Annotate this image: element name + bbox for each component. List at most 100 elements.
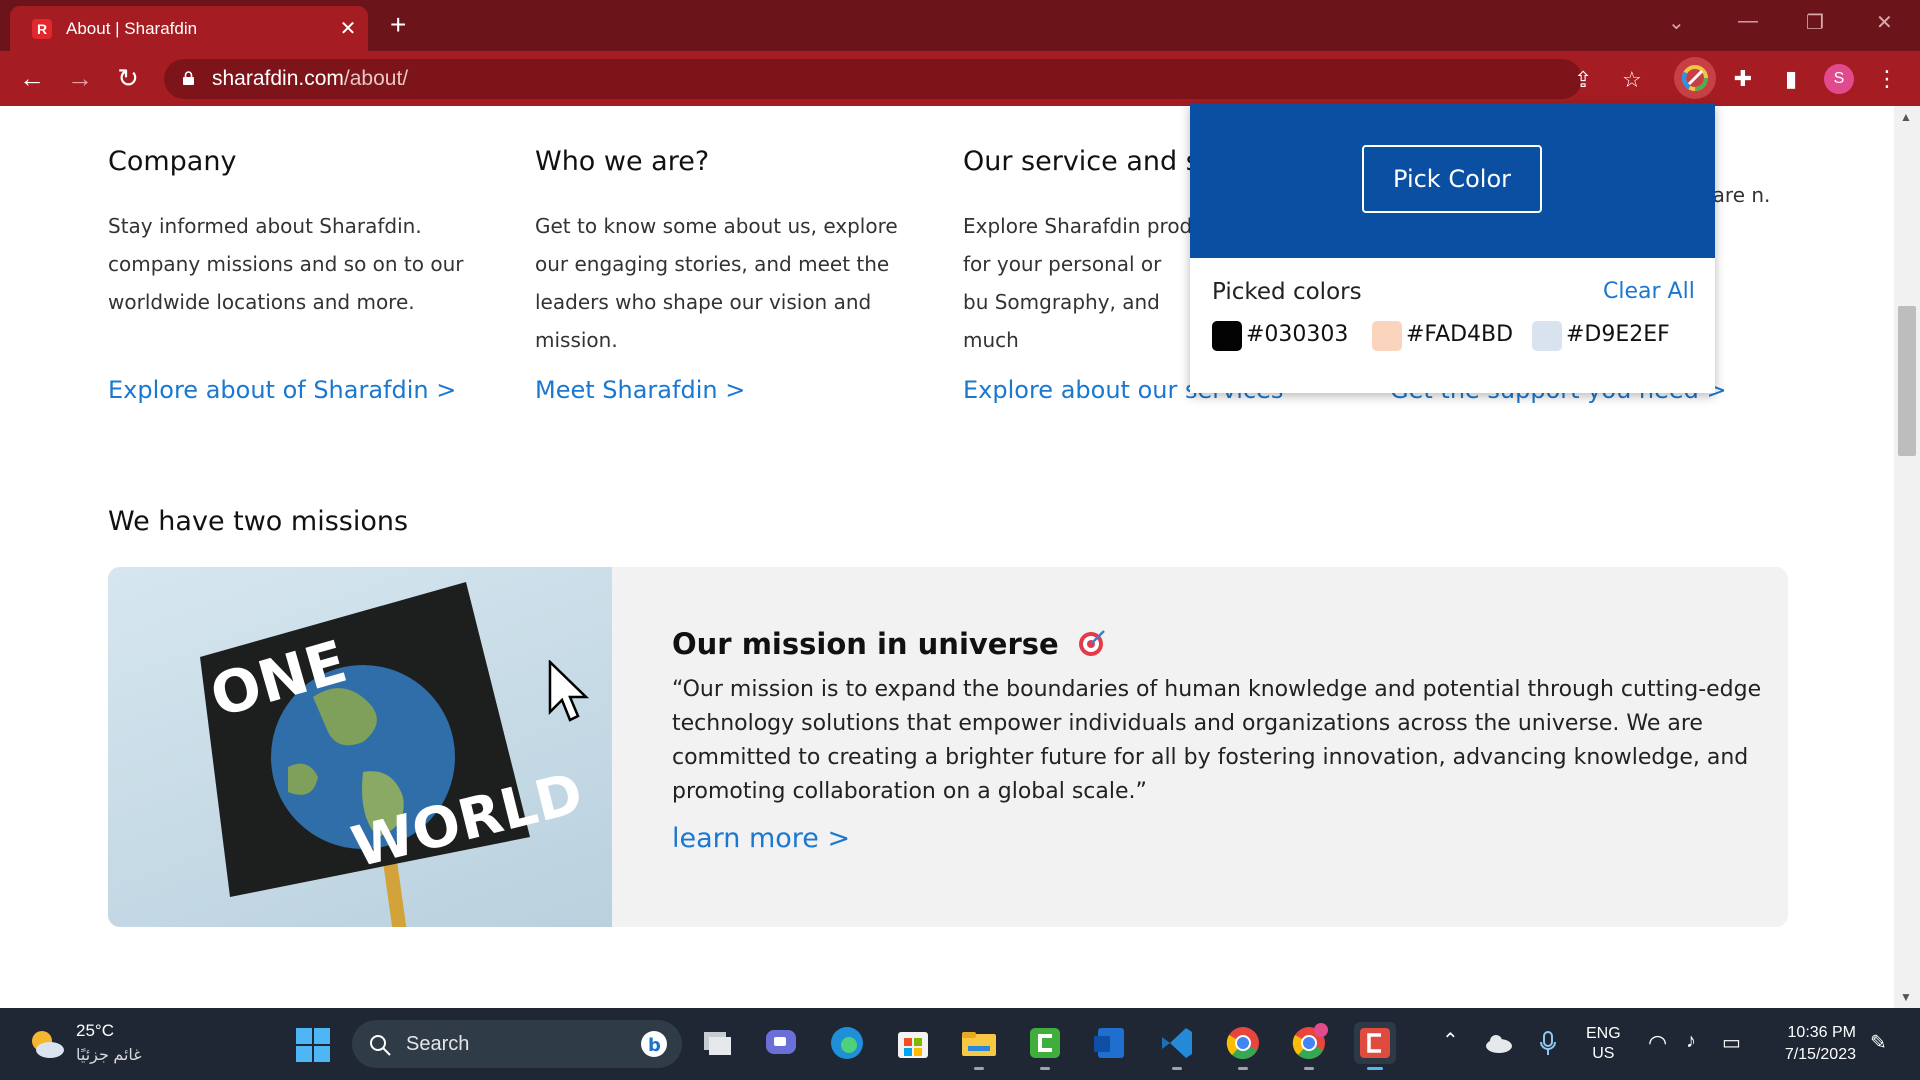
tab-title: About | Sharafdin bbox=[66, 19, 198, 38]
vscode-icon[interactable] bbox=[1156, 1022, 1198, 1070]
browser-tab[interactable]: R About | Sharafdin ✕ bbox=[10, 6, 368, 51]
screen: R About | Sharafdin ✕ + ⌄ — ❐ ✕ ← → ↻ sh… bbox=[0, 0, 1920, 1080]
camtasia-icon[interactable] bbox=[1024, 1022, 1066, 1070]
mission-title: Our mission in universe bbox=[672, 627, 1762, 661]
browser-toolbar: ← → ↻ sharafdin.com/about/ ⇪ ☆ ✚ ▮ S ⋮ bbox=[0, 51, 1920, 106]
pick-color-button[interactable]: Pick Color bbox=[1362, 145, 1542, 213]
tab-strip: R About | Sharafdin ✕ + ⌄ — ❐ ✕ bbox=[0, 0, 1920, 51]
site-favicon-icon: R bbox=[32, 19, 52, 39]
file-explorer-icon[interactable] bbox=[958, 1022, 1000, 1070]
running-indicator bbox=[1304, 1067, 1314, 1070]
sharafdin-app-icon[interactable] bbox=[1354, 1022, 1396, 1070]
weather-temperature: 25°C bbox=[76, 1021, 114, 1040]
restore-button[interactable]: ❐ bbox=[1806, 10, 1824, 35]
clock-date: 7/15/2023 bbox=[1784, 1046, 1856, 1063]
edge-browser-icon[interactable] bbox=[826, 1022, 868, 1064]
clear-all-button[interactable]: Clear All bbox=[1603, 279, 1695, 304]
color-swatch[interactable] bbox=[1372, 321, 1402, 351]
lock-icon bbox=[183, 71, 194, 85]
color-swatch-label[interactable]: #030303 bbox=[1246, 322, 1348, 347]
side-panel-icon[interactable]: ▮ bbox=[1776, 64, 1806, 94]
profile-avatar[interactable]: S bbox=[1824, 64, 1854, 94]
volume-icon[interactable]: ♪ bbox=[1686, 1030, 1696, 1053]
page-scrollbar[interactable]: ▲ ▼ bbox=[1894, 106, 1920, 1008]
browser-menu-icon[interactable]: ⋮ bbox=[1872, 64, 1902, 94]
learn-more-link[interactable]: learn more > bbox=[672, 823, 850, 854]
back-button[interactable]: ← bbox=[16, 63, 48, 95]
picked-colors-label: Picked colors bbox=[1212, 279, 1362, 305]
svg-text:b: b bbox=[648, 1035, 661, 1056]
target-icon bbox=[1078, 630, 1105, 656]
column-title: Our service and s bbox=[963, 146, 1200, 177]
reload-button[interactable]: ↻ bbox=[112, 63, 144, 95]
url-host: sharafdin.com bbox=[212, 67, 344, 90]
chrome-profile-icon[interactable] bbox=[1288, 1022, 1330, 1070]
wifi-icon[interactable]: ◠ bbox=[1648, 1030, 1667, 1056]
mission-text: “Our mission is to expand the boundaries… bbox=[672, 677, 1762, 804]
color-swatch[interactable] bbox=[1532, 321, 1562, 351]
task-view-icon[interactable] bbox=[696, 1022, 738, 1064]
extensions-puzzle-icon[interactable]: ✚ bbox=[1728, 64, 1758, 94]
services-column: Our service and s Explore Sharafdin prod… bbox=[963, 146, 1283, 404]
teams-chat-icon[interactable] bbox=[760, 1022, 802, 1064]
running-indicator bbox=[974, 1067, 984, 1070]
onedrive-icon[interactable] bbox=[1484, 1032, 1514, 1054]
address-bar[interactable]: sharafdin.com/about/ ⇪ ☆ bbox=[164, 59, 1642, 99]
language-indicator[interactable]: ENG US bbox=[1586, 1024, 1621, 1064]
mission-card-body: Our mission in universe “Our mission is … bbox=[672, 627, 1762, 854]
color-picker-extension-button[interactable] bbox=[1674, 57, 1716, 99]
color-swatch[interactable] bbox=[1212, 321, 1242, 351]
column-text: Stay informed about Sharafdin. company m… bbox=[108, 214, 464, 314]
color-picker-icon bbox=[1682, 65, 1708, 91]
taskbar-search[interactable]: Search b bbox=[352, 1020, 682, 1068]
new-tab-button[interactable]: + bbox=[390, 9, 406, 41]
column-text: Get to know some about us, explore our e… bbox=[535, 214, 898, 352]
running-indicator bbox=[1172, 1067, 1182, 1070]
color-picker-popup: Pick Color Picked colors Clear All #0303… bbox=[1190, 103, 1715, 393]
column-text: Explore Sharafdin prod for your personal… bbox=[963, 214, 1193, 352]
search-icon bbox=[370, 1035, 391, 1056]
company-column: Company Stay informed about Sharafdin. c… bbox=[108, 146, 508, 404]
url-text: sharafdin.com/about/ bbox=[212, 67, 408, 91]
language-region: US bbox=[1592, 1045, 1615, 1062]
microsoft-store-icon[interactable] bbox=[892, 1022, 934, 1064]
active-indicator bbox=[1367, 1067, 1383, 1070]
popup-header: Pick Color bbox=[1190, 103, 1715, 258]
share-icon[interactable]: ⇪ bbox=[1574, 67, 1592, 93]
meet-sharafdin-link[interactable]: Meet Sharafdin > bbox=[535, 376, 745, 404]
bing-icon[interactable]: b bbox=[640, 1030, 668, 1058]
word-app-icon[interactable] bbox=[1090, 1022, 1132, 1064]
color-swatch-label[interactable]: #D9E2EF bbox=[1566, 322, 1670, 347]
clock-time: 10:36 PM bbox=[1787, 1024, 1856, 1041]
one-world-image: ONE WORLD bbox=[108, 567, 612, 927]
column-title: Company bbox=[108, 146, 237, 177]
chrome-icon[interactable] bbox=[1222, 1022, 1264, 1070]
language-code: ENG bbox=[1586, 1025, 1621, 1042]
tab-search-icon[interactable]: ⌄ bbox=[1668, 10, 1685, 35]
url-path: /about/ bbox=[343, 67, 409, 90]
mission-title-text: Our mission in universe bbox=[672, 627, 1059, 661]
windows-start-icon[interactable] bbox=[296, 1028, 330, 1062]
notifications-icon[interactable]: ✎ bbox=[1870, 1030, 1887, 1055]
mission-card: ONE WORLD Our mission in universe “Our m… bbox=[108, 567, 1788, 927]
tab-close-icon[interactable]: ✕ bbox=[336, 16, 360, 41]
mouse-cursor-icon bbox=[548, 660, 590, 722]
show-hidden-icons-chevron-icon[interactable]: ⌃ bbox=[1442, 1028, 1459, 1053]
explore-about-link[interactable]: Explore about of Sharafdin > bbox=[108, 376, 456, 404]
weather-description: غائم جزئيًا bbox=[76, 1047, 142, 1064]
scrollbar-thumb[interactable] bbox=[1898, 306, 1916, 456]
who-we-are-column: Who we are? Get to know some about us, e… bbox=[535, 146, 935, 404]
weather-partly-cloudy-icon[interactable] bbox=[28, 1028, 66, 1060]
scroll-up-arrow-icon[interactable]: ▲ bbox=[1900, 110, 1912, 124]
missions-heading: We have two missions bbox=[108, 506, 409, 537]
search-placeholder: Search bbox=[406, 1033, 470, 1055]
color-swatch-label[interactable]: #FAD4BD bbox=[1406, 322, 1513, 347]
minimize-button[interactable]: — bbox=[1738, 10, 1758, 33]
forward-button[interactable]: → bbox=[64, 63, 96, 95]
microphone-icon[interactable] bbox=[1538, 1030, 1558, 1058]
bookmark-star-icon[interactable]: ☆ bbox=[1622, 67, 1642, 93]
battery-icon[interactable]: ▭ bbox=[1722, 1030, 1741, 1055]
scroll-down-arrow-icon[interactable]: ▼ bbox=[1900, 990, 1912, 1004]
clock[interactable]: 10:36 PM 7/15/2023 bbox=[1770, 1022, 1856, 1066]
close-window-button[interactable]: ✕ bbox=[1876, 10, 1893, 35]
